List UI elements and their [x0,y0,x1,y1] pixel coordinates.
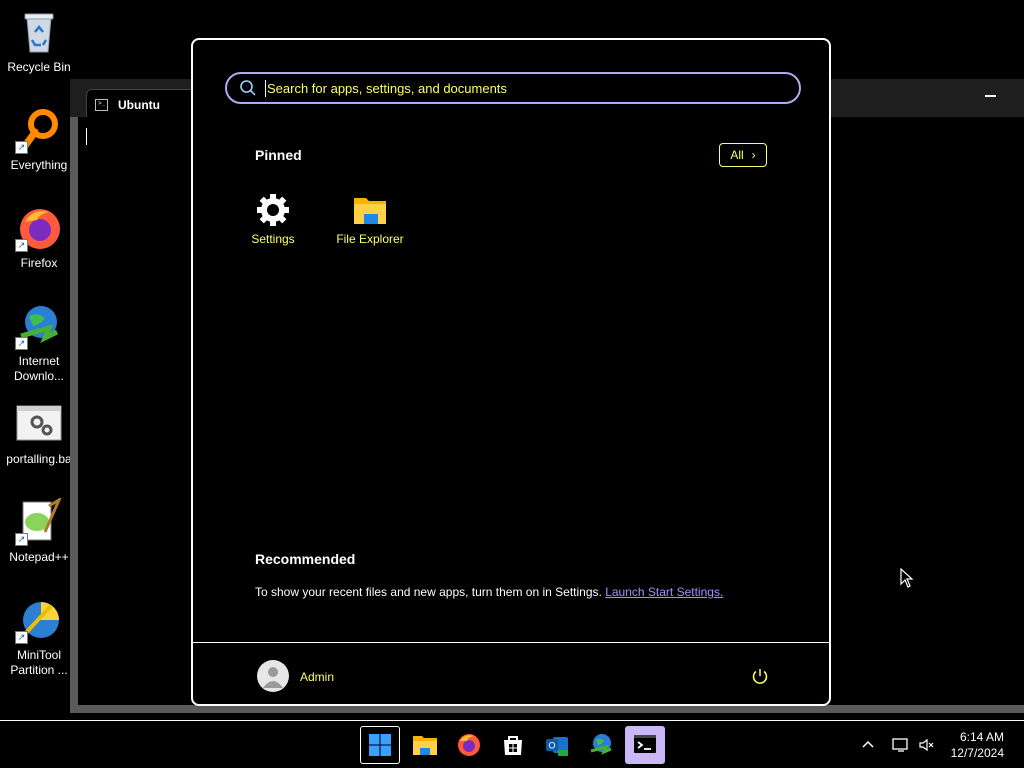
everything-search-icon: ↗ [15,106,63,154]
start-button[interactable] [360,726,400,764]
taskbar-microsoft-store[interactable] [493,726,533,764]
avatar[interactable] [257,660,289,692]
shortcut-arrow-icon: ↗ [15,337,28,350]
desktop-icon-label: Everything [10,158,68,172]
shortcut-arrow-icon: ↗ [15,533,28,546]
recycle-bin-icon [15,8,63,56]
minimize-icon[interactable] [985,95,996,97]
user-name[interactable]: Admin [300,670,334,684]
desktop-icon-internet-download-manager[interactable]: ↗ Internet Downlo... [0,302,78,384]
internet-download-manager-icon [590,734,612,755]
firefox-icon: ↗ [15,204,63,252]
clock[interactable]: 6:14 AM 12/7/2024 [951,729,1004,761]
terminal-tab-label: Ubuntu [118,97,160,112]
desktop-icon-label: MiniTool Partition ... [10,648,68,677]
desktop-icon-firefox[interactable]: ↗ Firefox [0,204,78,271]
search-icon [240,80,256,96]
taskbar-file-explorer[interactable] [405,726,445,764]
clock-time: 6:14 AM [959,730,1004,744]
recommended-message: To show your recent files and new apps, … [255,585,723,599]
file-explorer-icon [413,736,437,755]
clock-date: 12/7/2024 [950,746,1004,760]
microsoft-store-icon [504,736,522,755]
taskbar-terminal[interactable] [625,726,665,764]
taskbar: O 6:14 AM 12/7/2024 [0,720,1024,768]
minitool-partition-icon: ↗ [15,596,63,644]
desktop-icon-everything[interactable]: ↗ Everything [0,106,78,173]
desktop-icon-label: Notepad++ [9,550,69,564]
launch-start-settings-link[interactable]: Launch Start Settings. [605,585,723,599]
shortcut-arrow-icon: ↗ [15,239,28,252]
system-tray [860,721,936,768]
chevron-up-icon[interactable] [860,737,876,753]
footer-divider [193,642,829,643]
power-icon[interactable] [751,667,769,685]
mouse-pointer-icon [900,568,914,588]
search-box[interactable] [225,72,801,104]
start-icon [369,734,391,756]
pinned-app-file-explorer[interactable]: File Explorer [325,192,415,246]
desktop-icon-label: Internet Downlo... [13,354,65,383]
desktop-icon-label: Firefox [20,256,58,270]
svg-text:O: O [548,741,555,751]
desktop-icon-recycle-bin[interactable]: Recycle Bin [0,8,78,75]
file-explorer-folder-icon [352,192,388,228]
shortcut-arrow-icon: ↗ [15,631,28,644]
taskbar-outlook[interactable]: O [537,726,577,764]
pinned-app-label: File Explorer [336,232,404,246]
shortcut-arrow-icon: ↗ [15,141,28,154]
taskbar-firefox[interactable] [449,726,489,764]
internet-download-manager-icon: ↗ [15,302,63,350]
desktop-icon-minitool-partition[interactable]: ↗ MiniTool Partition ... [0,596,78,678]
desktop-icon-label: portalling.ba [6,452,72,466]
all-apps-label: All [730,148,744,162]
chevron-right-icon: › [751,148,756,162]
volume-muted-icon[interactable] [918,737,936,753]
pinned-app-label: Settings [251,232,295,246]
notepad-plus-plus-icon: ↗ [15,496,63,546]
terminal-tab-ubuntu[interactable]: >_ Ubuntu [86,89,196,119]
pinned-title: Pinned [255,147,302,163]
settings-gear-icon [255,192,291,228]
pinned-app-settings[interactable]: Settings [228,192,318,246]
outlook-new-icon: O [546,737,568,756]
desktop-icon-batch-file[interactable]: portalling.ba [0,400,78,467]
desktop-icon-label: Recycle Bin [7,60,71,74]
desktop-icon-notepad-plus-plus[interactable]: ↗ Notepad++ [0,496,78,565]
recommended-text: To show your recent files and new apps, … [255,585,602,599]
network-icon[interactable] [892,737,910,753]
taskbar-internet-download-manager[interactable] [581,726,621,764]
terminal-icon [634,735,656,753]
search-input[interactable] [265,79,769,97]
all-apps-button[interactable]: All › [719,143,767,167]
terminal-cursor [86,128,87,145]
recommended-title: Recommended [255,551,356,567]
terminal-tab-icon: >_ [95,98,108,111]
start-menu: Pinned All › Settings [191,38,831,706]
batch-file-icon [15,400,63,448]
firefox-icon [458,734,480,756]
